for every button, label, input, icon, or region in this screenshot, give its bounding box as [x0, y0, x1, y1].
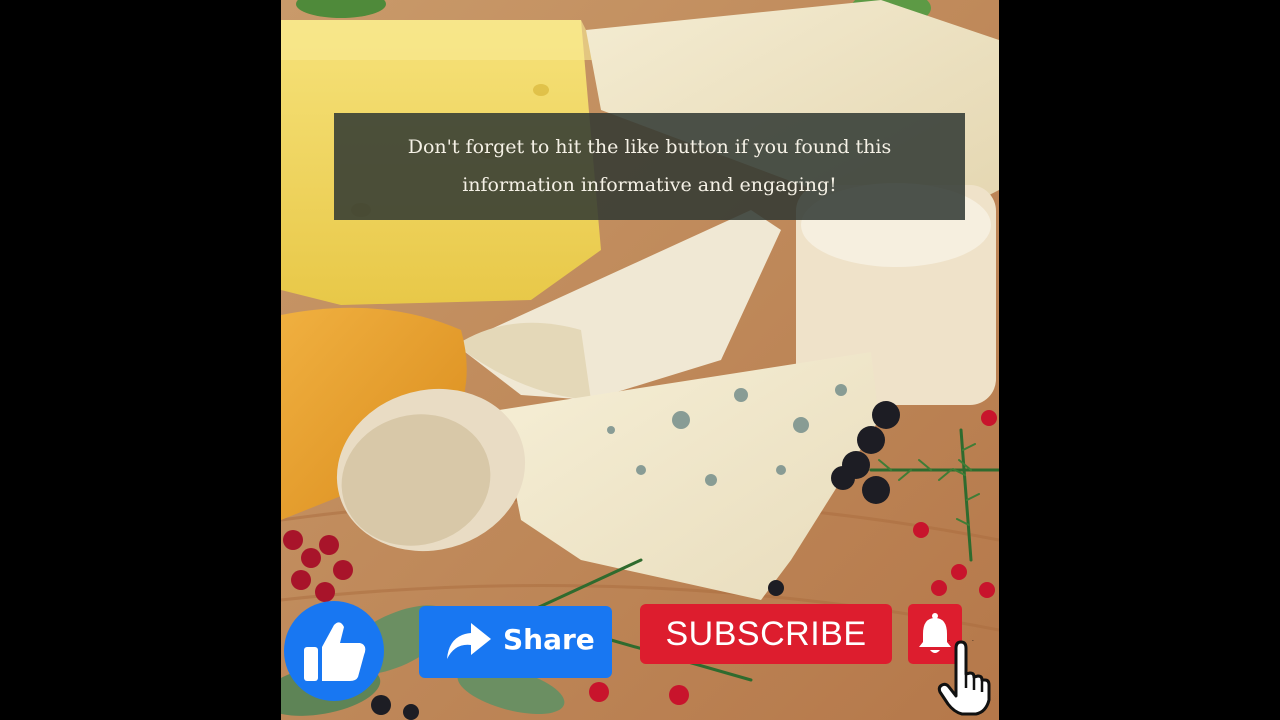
- like-button[interactable]: [284, 601, 384, 701]
- caption-line-1: Don't forget to hit the like button if y…: [407, 136, 892, 158]
- video-frame: Don't forget to hit the like button if y…: [0, 0, 1280, 720]
- share-arrow-icon: [447, 623, 491, 659]
- share-button[interactable]: Share: [419, 606, 612, 678]
- thumbs-up-icon: [304, 622, 366, 681]
- caption-line-2: information informative and engaging!: [462, 174, 837, 196]
- share-label: Share: [503, 623, 595, 656]
- call-to-action-caption: Don't forget to hit the like button if y…: [334, 113, 965, 220]
- pointer-hand-icon: [937, 640, 991, 716]
- subscribe-button[interactable]: SUBSCRIBE: [640, 604, 892, 664]
- cheese-photo: Don't forget to hit the like button if y…: [281, 0, 999, 720]
